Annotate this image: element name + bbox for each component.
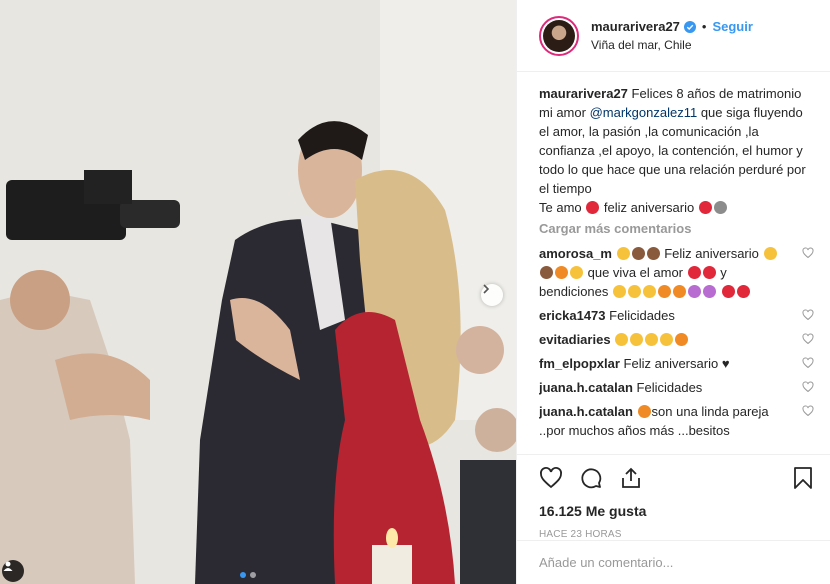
smile-emoji <box>643 285 657 298</box>
clap-emoji <box>645 333 659 346</box>
ring-emoji <box>713 201 727 214</box>
comment-username[interactable]: juana.h.catalan <box>539 380 633 395</box>
caption-text-3: Te amo <box>539 200 582 215</box>
caption-text-4: feliz aniversario <box>603 200 695 215</box>
share-icon[interactable] <box>619 466 643 490</box>
celebration-emoji <box>540 266 553 279</box>
comment-item: amorosa_m Feliz aniversario que viva el … <box>539 244 816 301</box>
user-tag-button[interactable] <box>2 560 24 582</box>
kiss-face-emoji <box>637 405 651 418</box>
bookmark-icon[interactable] <box>792 466 814 490</box>
comment-item: juana.h.catalan Felicidades <box>539 378 816 397</box>
woman-emoji <box>688 285 702 298</box>
likes-count[interactable]: 16.125 Me gusta <box>539 503 814 519</box>
comment-username[interactable]: juana.h.catalan <box>539 404 633 419</box>
clap-emoji <box>660 333 674 346</box>
verified-badge-icon <box>683 20 696 33</box>
post-image[interactable] <box>0 0 516 584</box>
header-username[interactable]: maurarivera27 <box>591 18 680 36</box>
celebration-emoji <box>631 247 645 260</box>
caption: maurarivera27 Felices 8 años de matrimon… <box>539 84 816 217</box>
user-tag-icon <box>3 561 13 571</box>
like-heart-icon[interactable] <box>539 466 563 490</box>
heart-icon[interactable] <box>802 333 814 345</box>
follow-button[interactable]: Seguir <box>712 18 752 36</box>
comment-username[interactable]: amorosa_m <box>539 246 612 261</box>
carousel-dot-active <box>240 572 246 578</box>
kiss-emoji <box>736 285 750 298</box>
comment-text: Felicidades <box>636 380 703 395</box>
halo-emoji <box>628 285 642 298</box>
pray-emoji <box>613 285 627 298</box>
comment-text: Feliz aniversario <box>623 356 719 371</box>
add-comment-bar <box>517 540 830 584</box>
gift-emoji <box>555 266 568 279</box>
party-emoji <box>616 247 630 260</box>
comments-list[interactable]: maurarivera27 Felices 8 años de matrimon… <box>539 84 816 454</box>
caption-username[interactable]: maurarivera27 <box>539 86 628 101</box>
woman-emoji <box>703 285 717 298</box>
comment-text: Feliz aniversario <box>664 246 759 261</box>
wedding-photo-illustration <box>0 0 516 584</box>
comment-item: fm_elpopxlar Feliz aniversario ♥ <box>539 354 816 373</box>
kiss-face-emoji <box>673 285 687 298</box>
heart-eyes-emoji <box>675 333 689 346</box>
post-header: maurarivera27 • Seguir Viña del mar, Chi… <box>517 0 830 72</box>
heart-icon[interactable] <box>802 405 814 417</box>
red-heart-emoji <box>698 201 712 214</box>
load-more-comments[interactable]: Cargar más comentarios <box>539 221 816 236</box>
comment-text: Felicidades <box>609 308 675 323</box>
trophy-emoji <box>570 266 583 279</box>
heart-icon[interactable] <box>802 381 814 393</box>
clap-emoji <box>630 333 644 346</box>
carousel-dots <box>240 572 256 578</box>
carousel-dot <box>250 572 256 578</box>
post-timestamp[interactable]: HACE 23 HORAS <box>539 529 814 540</box>
red-heart-emoji <box>586 201 600 214</box>
comment-input[interactable] <box>539 555 808 570</box>
comment-username[interactable]: ericka1473 <box>539 308 606 323</box>
heart-icon[interactable] <box>802 247 814 259</box>
kiss-emoji <box>702 266 716 279</box>
clap-emoji <box>615 333 629 346</box>
heart-icon[interactable] <box>802 309 814 321</box>
comment-item: evitadiaries <box>539 330 816 349</box>
comment-username[interactable]: evitadiaries <box>539 332 611 347</box>
heart-icon[interactable] <box>802 357 814 369</box>
comment-icon[interactable] <box>579 466 603 490</box>
post-actions: 16.125 Me gusta HACE 23 HORAS <box>517 454 830 540</box>
header-separator: • <box>701 18 707 34</box>
chevron-right-icon <box>483 284 490 294</box>
comment-item: juana.h.catalan son una linda pareja ..p… <box>539 402 816 440</box>
cake-emoji <box>646 247 660 260</box>
red-heart-emoji <box>687 266 701 279</box>
avatar[interactable] <box>539 15 579 56</box>
caption-mention[interactable]: @markgonzalez11 <box>590 105 698 120</box>
comment-text: que viva el amor <box>587 265 684 280</box>
comment-item: ericka1473 Felicidades <box>539 306 816 325</box>
party-emoji <box>763 247 777 260</box>
comment-username[interactable]: fm_elpopxlar <box>539 356 620 371</box>
kiss-face-emoji <box>658 285 672 298</box>
post-side-panel: maurarivera27 • Seguir Viña del mar, Chi… <box>516 0 830 584</box>
location-link[interactable]: Viña del mar, Chile <box>591 36 753 54</box>
black-heart-emoji: ♥ <box>721 356 730 371</box>
carousel-next-button[interactable] <box>481 284 503 306</box>
red-heart-emoji <box>721 285 735 298</box>
